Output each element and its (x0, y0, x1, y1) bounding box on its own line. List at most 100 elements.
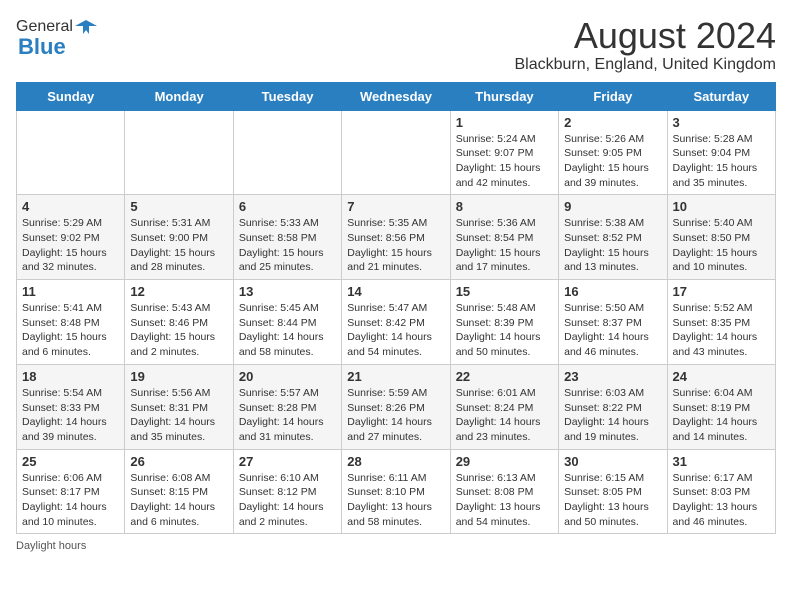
day-cell-22: 22 Sunrise: 6:01 AMSunset: 8:24 PMDayligh… (450, 364, 558, 449)
day-number: 20 (239, 369, 336, 384)
day-header-wednesday: Wednesday (342, 82, 450, 110)
day-number: 31 (673, 454, 770, 469)
day-info: Sunrise: 5:47 AMSunset: 8:42 PMDaylight:… (347, 301, 444, 360)
day-number: 21 (347, 369, 444, 384)
day-number: 29 (456, 454, 553, 469)
day-info: Sunrise: 5:48 AMSunset: 8:39 PMDaylight:… (456, 301, 553, 360)
day-header-friday: Friday (559, 82, 667, 110)
title-area: August 2024 Blackburn, England, United K… (515, 16, 777, 74)
day-cell-28: 28 Sunrise: 6:11 AMSunset: 8:10 PMDayligh… (342, 449, 450, 534)
day-cell-7: 7Sunrise: 5:35 AMSunset: 8:56 PMDaylight… (342, 195, 450, 280)
day-info: Sunrise: 5:31 AMSunset: 9:00 PMDaylight:… (130, 216, 227, 275)
day-cell-29: 29 Sunrise: 6:13 AMSunset: 8:08 PMDayligh… (450, 449, 558, 534)
day-cell-15: 15Sunrise: 5:48 AMSunset: 8:39 PMDayligh… (450, 280, 558, 365)
footer-note: Daylight hours (16, 540, 776, 552)
day-info: Sunrise: 5:52 AMSunset: 8:35 PMDaylight:… (673, 301, 770, 360)
day-info: Sunrise: 5:56 AMSunset: 8:31 PMDaylight:… (130, 386, 227, 445)
day-cell-20: 20 Sunrise: 5:57 AMSunset: 8:28 PMDayligh… (233, 364, 341, 449)
day-info: Sunrise: 5:26 AMSunset: 9:05 PMDaylight:… (564, 132, 661, 191)
day-number: 17 (673, 284, 770, 299)
day-cell-31: 31 Sunrise: 6:17 AMSunset: 8:03 PMDayligh… (667, 449, 775, 534)
day-info: Sunrise: 6:17 AMSunset: 8:03 PMDaylight:… (673, 471, 770, 530)
day-cell-24: 24Sunrise: 6:04 AMSunset: 8:19 PMDayligh… (667, 364, 775, 449)
day-number: 12 (130, 284, 227, 299)
day-number: 19 (130, 369, 227, 384)
day-cell-17: 17 Sunrise: 5:52 AMSunset: 8:35 PMDayligh… (667, 280, 775, 365)
day-info: Sunrise: 5:50 AMSunset: 8:37 PMDaylight:… (564, 301, 661, 360)
day-cell-3: 3Sunrise: 5:28 AMSunset: 9:04 PMDaylight… (667, 110, 775, 195)
day-cell-1: 1 Sunrise: 5:24 AMSunset: 9:07 PMDaylight… (450, 110, 558, 195)
day-number: 27 (239, 454, 336, 469)
day-number: 2 (564, 115, 661, 130)
week-row-1: 1 Sunrise: 5:24 AMSunset: 9:07 PMDaylight… (17, 110, 776, 195)
day-number: 14 (347, 284, 444, 299)
day-number: 28 (347, 454, 444, 469)
day-header-saturday: Saturday (667, 82, 775, 110)
day-number: 9 (564, 199, 661, 214)
day-number: 22 (456, 369, 553, 384)
day-number: 8 (456, 199, 553, 214)
logo: General Blue (16, 16, 97, 60)
empty-cell (17, 110, 125, 195)
day-info: Sunrise: 6:04 AMSunset: 8:19 PMDaylight:… (673, 386, 770, 445)
week-row-4: 18 Sunrise: 5:54 AMSunset: 8:33 PMDayligh… (17, 364, 776, 449)
day-number: 18 (22, 369, 119, 384)
day-number: 13 (239, 284, 336, 299)
header: General Blue August 2024 Blackburn, Engl… (16, 16, 776, 74)
logo-blue-text: Blue (18, 34, 66, 60)
day-cell-30: 30 Sunrise: 6:15 AMSunset: 8:05 PMDayligh… (559, 449, 667, 534)
location-subtitle: Blackburn, England, United Kingdom (515, 56, 777, 74)
day-info: Sunrise: 5:43 AMSunset: 8:46 PMDaylight:… (130, 301, 227, 360)
day-number: 16 (564, 284, 661, 299)
day-info: Sunrise: 5:57 AMSunset: 8:28 PMDaylight:… (239, 386, 336, 445)
day-cell-13: 13 Sunrise: 5:45 AMSunset: 8:44 PMDayligh… (233, 280, 341, 365)
week-row-2: 4 Sunrise: 5:29 AMSunset: 9:02 PMDaylight… (17, 195, 776, 280)
day-cell-16: 16 Sunrise: 5:50 AMSunset: 8:37 PMDayligh… (559, 280, 667, 365)
logo-bird-icon (75, 16, 97, 38)
day-info: Sunrise: 6:15 AMSunset: 8:05 PMDaylight:… (564, 471, 661, 530)
day-number: 10 (673, 199, 770, 214)
day-cell-18: 18 Sunrise: 5:54 AMSunset: 8:33 PMDayligh… (17, 364, 125, 449)
day-info: Sunrise: 5:33 AMSunset: 8:58 PMDaylight:… (239, 216, 336, 275)
day-cell-27: 27 Sunrise: 6:10 AMSunset: 8:12 PMDayligh… (233, 449, 341, 534)
day-info: Sunrise: 5:45 AMSunset: 8:44 PMDaylight:… (239, 301, 336, 360)
calendar-table: SundayMondayTuesdayWednesdayThursdayFrid… (16, 82, 776, 535)
day-info: Sunrise: 6:11 AMSunset: 8:10 PMDaylight:… (347, 471, 444, 530)
day-number: 25 (22, 454, 119, 469)
day-cell-5: 5 Sunrise: 5:31 AMSunset: 9:00 PMDaylight… (125, 195, 233, 280)
day-header-thursday: Thursday (450, 82, 558, 110)
day-cell-12: 12 Sunrise: 5:43 AMSunset: 8:46 PMDayligh… (125, 280, 233, 365)
day-number: 30 (564, 454, 661, 469)
day-info: Sunrise: 5:24 AMSunset: 9:07 PMDaylight:… (456, 132, 553, 191)
day-header-monday: Monday (125, 82, 233, 110)
day-header-sunday: Sunday (17, 82, 125, 110)
day-cell-11: 11Sunrise: 5:41 AMSunset: 8:48 PMDayligh… (17, 280, 125, 365)
day-header-tuesday: Tuesday (233, 82, 341, 110)
day-info: Sunrise: 5:35 AMSunset: 8:56 PMDaylight:… (347, 216, 444, 275)
day-number: 26 (130, 454, 227, 469)
day-number: 4 (22, 199, 119, 214)
day-number: 6 (239, 199, 336, 214)
day-number: 5 (130, 199, 227, 214)
day-info: Sunrise: 5:29 AMSunset: 9:02 PMDaylight:… (22, 216, 119, 275)
day-info: Sunrise: 5:54 AMSunset: 8:33 PMDaylight:… (22, 386, 119, 445)
day-cell-9: 9Sunrise: 5:38 AMSunset: 8:52 PMDaylight… (559, 195, 667, 280)
day-cell-8: 8Sunrise: 5:36 AMSunset: 8:54 PMDaylight… (450, 195, 558, 280)
day-number: 11 (22, 284, 119, 299)
day-cell-19: 19 Sunrise: 5:56 AMSunset: 8:31 PMDayligh… (125, 364, 233, 449)
day-cell-25: 25 Sunrise: 6:06 AMSunset: 8:17 PMDayligh… (17, 449, 125, 534)
day-info: Sunrise: 6:10 AMSunset: 8:12 PMDaylight:… (239, 471, 336, 530)
day-cell-23: 23Sunrise: 6:03 AMSunset: 8:22 PMDayligh… (559, 364, 667, 449)
week-row-5: 25 Sunrise: 6:06 AMSunset: 8:17 PMDayligh… (17, 449, 776, 534)
day-info: Sunrise: 5:28 AMSunset: 9:04 PMDaylight:… (673, 132, 770, 191)
day-cell-4: 4 Sunrise: 5:29 AMSunset: 9:02 PMDaylight… (17, 195, 125, 280)
daylight-label: Daylight hours (16, 540, 86, 552)
day-info: Sunrise: 6:08 AMSunset: 8:15 PMDaylight:… (130, 471, 227, 530)
day-info: Sunrise: 6:06 AMSunset: 8:17 PMDaylight:… (22, 471, 119, 530)
day-number: 1 (456, 115, 553, 130)
day-info: Sunrise: 6:01 AMSunset: 8:24 PMDaylight:… (456, 386, 553, 445)
day-info: Sunrise: 6:13 AMSunset: 8:08 PMDaylight:… (456, 471, 553, 530)
day-cell-21: 21Sunrise: 5:59 AMSunset: 8:26 PMDayligh… (342, 364, 450, 449)
day-number: 23 (564, 369, 661, 384)
day-cell-2: 2 Sunrise: 5:26 AMSunset: 9:05 PMDaylight… (559, 110, 667, 195)
